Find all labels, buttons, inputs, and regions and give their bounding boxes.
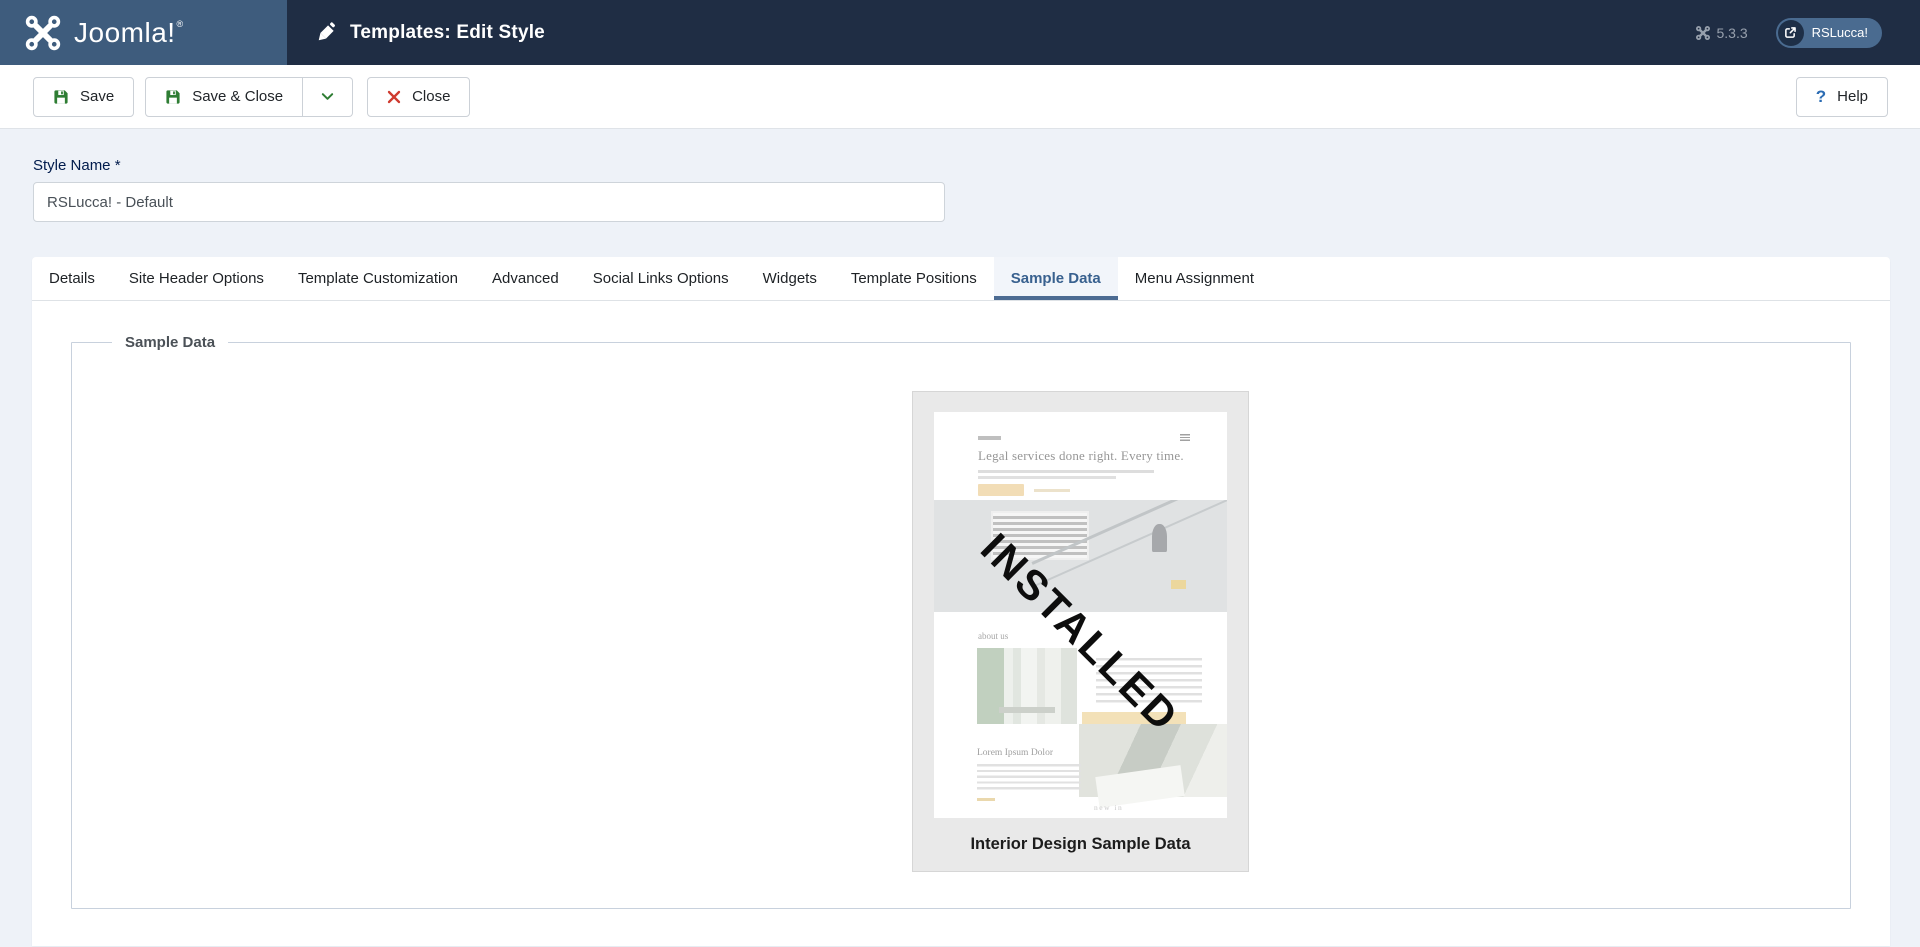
action-toolbar: Save Save & Close <box>0 65 1920 129</box>
admin-top-bar: Joomla!® Templates: Edit Style <box>0 0 1920 65</box>
save-and-close-button[interactable]: Save & Close <box>145 77 303 117</box>
tab-sample-data[interactable]: Sample Data <box>994 257 1118 300</box>
sample-data-card[interactable]: Legal services done right. Every time. <box>912 391 1249 872</box>
close-x-icon <box>387 90 401 104</box>
save-options-dropdown-toggle[interactable] <box>303 77 353 117</box>
save-floppy-icon <box>165 89 181 105</box>
sample-data-fieldset: Sample Data Legal services done right. E… <box>71 334 1851 909</box>
save-floppy-icon <box>53 89 69 105</box>
save-close-button-group: Save & Close <box>145 77 353 117</box>
external-link-icon <box>1778 20 1804 46</box>
style-name-input[interactable] <box>33 182 945 222</box>
page-body: Style Name * Details Site Header Options… <box>0 157 1920 946</box>
sample-data-preview-image: Legal services done right. Every time. <box>934 412 1227 818</box>
help-button[interactable]: ? Help <box>1796 77 1888 117</box>
preview-site-badge[interactable]: RSLucca! <box>1776 18 1882 48</box>
joomla-version: 5.3.3 <box>1696 25 1747 41</box>
tab-social-links-options[interactable]: Social Links Options <box>576 257 746 300</box>
edit-style-panel: Details Site Header Options Template Cus… <box>32 257 1890 946</box>
tab-template-customization[interactable]: Template Customization <box>281 257 475 300</box>
question-mark-icon: ? <box>1816 87 1826 107</box>
tab-site-header-options[interactable]: Site Header Options <box>112 257 281 300</box>
tab-advanced[interactable]: Advanced <box>475 257 576 300</box>
sample-data-caption: Interior Design Sample Data <box>934 818 1227 871</box>
joomla-wordmark: Joomla!® <box>74 17 184 49</box>
close-button[interactable]: Close <box>367 77 470 117</box>
paintbrush-icon <box>316 22 337 43</box>
joomla-home-link[interactable]: Joomla!® <box>0 0 287 65</box>
save-button[interactable]: Save <box>33 77 134 117</box>
tab-details[interactable]: Details <box>32 257 112 300</box>
tab-template-positions[interactable]: Template Positions <box>834 257 994 300</box>
installed-overlay <box>934 412 1227 818</box>
sample-data-tab-panel: Sample Data Legal services done right. E… <box>32 334 1890 909</box>
sample-data-legend: Sample Data <box>112 334 228 351</box>
joomla-mark-small-icon <box>1696 26 1710 40</box>
page-title-section: Templates: Edit Style <box>287 0 545 65</box>
tab-menu-assignment[interactable]: Menu Assignment <box>1118 257 1271 300</box>
style-name-label: Style Name * <box>33 157 1920 174</box>
chevron-down-icon <box>320 89 335 104</box>
topbar-right-section: 5.3.3 RSLucca! <box>1696 0 1920 65</box>
tab-widgets[interactable]: Widgets <box>746 257 834 300</box>
page-title: Templates: Edit Style <box>350 22 545 44</box>
edit-style-tabbar: Details Site Header Options Template Cus… <box>32 257 1890 301</box>
joomla-logo-icon <box>25 15 61 51</box>
site-badge-label: RSLucca! <box>1812 25 1868 40</box>
